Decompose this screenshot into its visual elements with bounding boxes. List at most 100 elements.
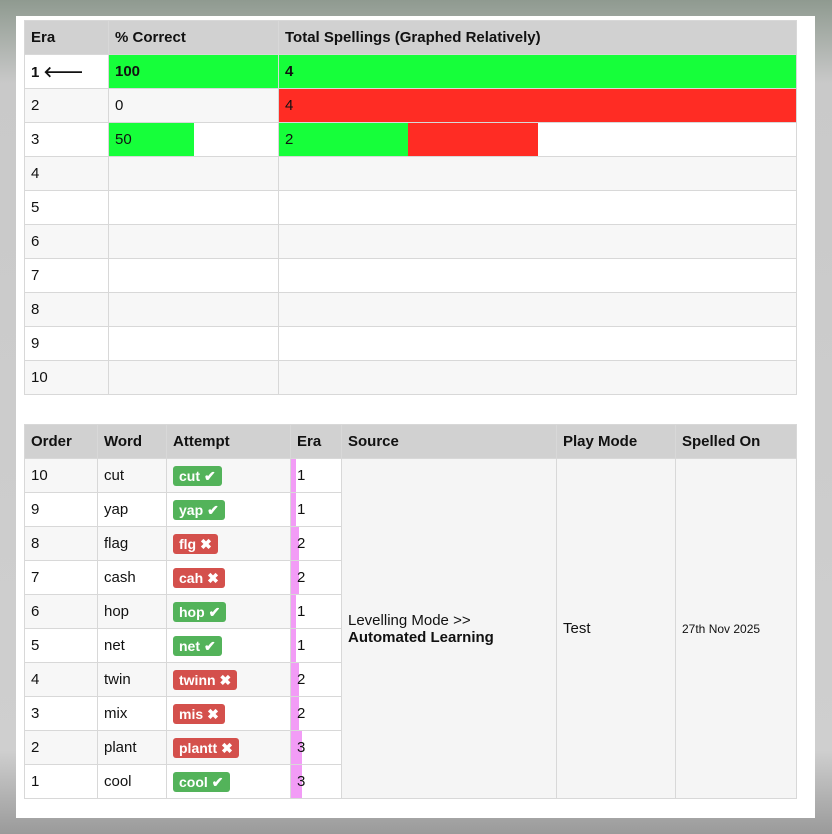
era-number: 5 <box>24 190 109 225</box>
era-cell: 2 <box>290 696 342 731</box>
header-word: Word <box>97 424 167 459</box>
total-spellings-cell <box>278 156 797 191</box>
era-cell: 2 <box>290 662 342 697</box>
era-number-label: 7 <box>31 267 40 284</box>
total-spellings-cell <box>278 258 797 293</box>
pct-correct-value: 0 <box>115 97 124 114</box>
play-mode-cell: Test <box>556 458 676 799</box>
order-cell: 7 <box>24 560 98 595</box>
era-cell: 2 <box>290 526 342 561</box>
era-number-label: 2 <box>31 97 40 114</box>
attempt-text: flg <box>179 535 197 552</box>
era-row: 3 50 2 <box>24 122 797 157</box>
word-cell: mix <box>97 696 167 731</box>
era-value: 2 <box>297 569 306 586</box>
era-cell: 2 <box>290 560 342 595</box>
correct-attempt-badge: cool ✔ <box>173 771 230 792</box>
era-value: 3 <box>297 773 306 790</box>
incorrect-attempt-badge: twinn ✖ <box>173 669 238 690</box>
attempt-text: hop <box>179 603 205 620</box>
era-value: 2 <box>297 705 306 722</box>
era-number-label: 4 <box>31 165 40 182</box>
era-number: 4 <box>24 156 109 191</box>
era-number-label: 6 <box>31 233 40 250</box>
total-spellings-cell <box>278 326 797 361</box>
pct-correct-bar: 0 <box>109 89 278 122</box>
header-era: Era <box>24 20 109 55</box>
total-spellings-cell: 4 <box>278 54 797 89</box>
header-source: Source <box>341 424 557 459</box>
era-cell: 3 <box>290 730 342 765</box>
total-spellings-cell: 4 <box>278 88 797 123</box>
order-cell: 9 <box>24 492 98 527</box>
pct-correct-cell <box>108 326 279 361</box>
order-cell: 5 <box>24 628 98 663</box>
word-cell: plant <box>97 730 167 765</box>
word-table-header: Order Word Attempt Era Source Play Mode … <box>24 424 797 459</box>
incorrect-attempt-badge: plantt ✖ <box>173 737 239 758</box>
incorrect-spellings-bar <box>279 89 796 122</box>
total-spellings-cell <box>278 190 797 225</box>
cross-icon: ✖ <box>207 569 219 586</box>
attempt-cell: cah ✖ <box>166 560 291 595</box>
pct-correct-cell <box>108 224 279 259</box>
era-cell: 1 <box>290 594 342 629</box>
era-number: 6 <box>24 224 109 259</box>
pct-correct-bar: 50 <box>109 123 194 156</box>
cross-icon: ✖ <box>219 671 232 688</box>
order-cell: 2 <box>24 730 98 765</box>
era-value: 2 <box>297 535 306 552</box>
era-table-header: Era % Correct Total Spellings (Graphed R… <box>24 20 797 55</box>
cross-icon: ✖ <box>221 739 233 756</box>
attempt-text: cah <box>179 569 204 586</box>
era-row: 8 <box>24 292 797 327</box>
era-row: 9 <box>24 326 797 361</box>
order-cell: 4 <box>24 662 98 697</box>
correct-attempt-badge: hop ✔ <box>173 601 227 622</box>
era-number: 7 <box>24 258 109 293</box>
attempt-cell: net ✔ <box>166 628 291 663</box>
table-row: 10 cut cut ✔ 1 Levelling Mode >> Automated Lea… <box>24 458 797 799</box>
pct-correct-cell: 50 <box>108 122 279 157</box>
era-value: 1 <box>297 467 306 484</box>
era-value: 1 <box>297 501 306 518</box>
era-number-label: 10 <box>31 369 48 386</box>
era-cell: 1 <box>290 458 342 493</box>
pct-correct-value: 50 <box>115 131 132 148</box>
word-cell: net <box>97 628 167 663</box>
era-cell: 1 <box>290 628 342 663</box>
attempt-cell: hop ✔ <box>166 594 291 629</box>
era-value: 1 <box>297 603 306 620</box>
era-number: 10 <box>24 360 109 395</box>
source-name: Automated Learning <box>348 628 494 646</box>
word-cell: cool <box>97 764 167 799</box>
attempt-cell: twinn ✖ <box>166 662 291 697</box>
check-icon: ✔ <box>204 637 216 654</box>
attempt-text: cut <box>179 467 200 484</box>
source-mode: Levelling Mode >> <box>348 611 471 629</box>
correct-attempt-badge: net ✔ <box>173 635 222 656</box>
word-cell: yap <box>97 492 167 527</box>
era-number-label: 8 <box>31 301 40 318</box>
era-cell: 1 <box>290 492 342 527</box>
era-row: 2 0 4 <box>24 88 797 123</box>
era-value: 2 <box>297 671 306 688</box>
results-panel: Era % Correct Total Spellings (Graphed R… <box>16 16 815 818</box>
order-cell: 6 <box>24 594 98 629</box>
era-number: 9 <box>24 326 109 361</box>
spelled-on-cell: 27th Nov 2025 <box>675 458 797 799</box>
era-row: 10 <box>24 360 797 395</box>
pct-correct-cell <box>108 258 279 293</box>
word-cell: cash <box>97 560 167 595</box>
correct-attempt-badge: cut ✔ <box>173 465 222 486</box>
header-play-mode: Play Mode <box>556 424 676 459</box>
era-number-label: 9 <box>31 335 40 352</box>
pct-correct-cell <box>108 190 279 225</box>
era-number: 2 <box>24 88 109 123</box>
total-spellings-value: 2 <box>285 131 294 148</box>
attempt-text: mis <box>179 705 204 722</box>
cross-icon: ✖ <box>207 705 219 722</box>
total-spellings-cell <box>278 292 797 327</box>
era-row: 1 🡐 100 4 <box>24 54 797 89</box>
header-attempt: Attempt <box>166 424 291 459</box>
